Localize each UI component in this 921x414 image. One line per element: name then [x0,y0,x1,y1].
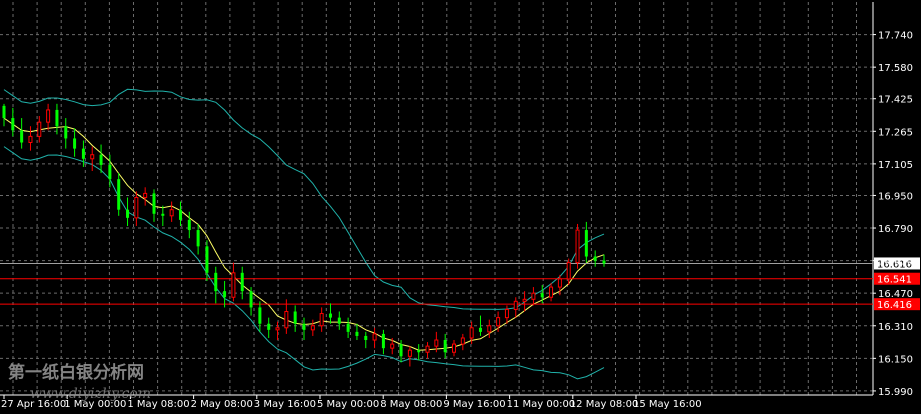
candle-body [64,126,68,139]
candle-body [337,317,341,324]
y-tick-label: 16.790 [878,224,913,235]
candle-body [134,196,139,219]
candle-body [240,272,244,292]
y-tick-label: 16.150 [878,354,913,365]
candle [575,223,580,269]
candle-body [81,148,85,159]
candle-body [20,130,24,143]
y-tick-label: 17.580 [878,63,913,74]
y-tick-label: 16.630 [878,257,913,268]
candle-body [513,300,518,310]
y-tick-label: 17.740 [878,31,913,42]
candle-body [593,256,597,261]
candle-body [187,219,191,231]
candle-body [2,105,6,119]
candle-body [293,311,297,324]
candle-body [399,344,403,357]
x-tick-label: 3 May 16:00 [254,399,316,410]
y-tick-label: 17.265 [878,127,913,138]
candle-body [364,335,368,341]
candle-body [381,333,385,349]
candle-body [275,327,280,331]
price-chart: 16.54116.41616.616 15.99016.15016.31016.… [0,0,921,414]
y-tick-label: 16.470 [878,289,913,300]
candle-body [28,135,33,144]
candle-body [407,349,412,357]
candle-body [223,291,227,298]
horizontal-line-label: 16.416 [877,300,912,311]
candle-body [46,109,51,123]
y-tick-label: 17.105 [878,160,913,171]
candle-body [540,293,544,298]
candle-body [284,311,289,329]
candle-body [143,192,148,198]
candle-body [584,230,588,257]
candle-body [37,121,42,137]
candle-body [522,298,527,302]
candle-body [557,278,562,288]
candle-body [549,286,554,298]
candle-body [443,340,447,353]
candle-body [205,246,209,273]
candle-body [496,317,501,327]
y-tick-label: 17.425 [878,95,913,106]
candle-body [169,209,174,217]
candle-body [602,260,606,264]
candle-body [372,333,377,341]
candle-body [355,331,359,336]
x-tick-label: 9 May 16:00 [443,399,505,410]
candle-body [267,323,271,330]
y-tick-label: 16.950 [878,191,913,202]
candle-body [531,292,536,300]
candle-body [126,209,130,218]
candle-body [108,164,112,180]
candle-body [417,350,421,353]
candle-body [487,325,492,333]
candle-body [328,313,332,318]
candle-body [258,307,262,324]
x-tick-label: 12 May 08:00 [570,399,639,410]
y-tick-label: 16.310 [878,322,913,333]
candle-body [452,343,456,353]
candle-body [434,339,439,347]
candle-body [425,345,430,353]
candle-body [478,327,482,332]
candle-body [302,323,306,330]
y-tick-label: 15.990 [878,387,913,398]
candle-body [90,154,95,160]
watermark: 第一纸白银分析网 www.diyizhy.com [8,362,151,402]
x-tick-label: 15 May 16:00 [633,399,702,410]
candle-body [117,179,121,210]
candle-body [214,272,218,292]
candle-body [196,230,200,247]
candle-body [575,229,580,264]
candle-body [178,209,182,220]
candle-body [11,118,15,131]
candle-body [346,323,350,332]
candle-body [504,308,509,319]
candle [117,173,121,216]
candle-body [460,337,465,345]
candle-body [161,213,165,216]
x-tick-label: 5 May 00:00 [317,399,379,410]
horizontal-line-label: 16.541 [877,275,912,286]
candle-body [390,343,395,349]
candle-body [310,325,315,331]
x-tick-label: 11 May 00:00 [507,399,576,410]
candle-body [231,272,236,298]
candle-body [99,154,103,165]
x-tick-label: 8 May 08:00 [380,399,442,410]
candle-body [469,327,474,339]
candle-body [55,109,59,127]
candle-body [319,313,324,327]
candle-body [73,138,77,149]
candle-body [249,291,253,308]
candle-body [152,193,156,214]
candle-body [566,262,571,280]
x-tick-label: 2 May 08:00 [191,399,253,410]
watermark-url: www.diyizhy.com [30,386,151,402]
watermark-chinese: 第一纸白银分析网 [8,362,144,383]
